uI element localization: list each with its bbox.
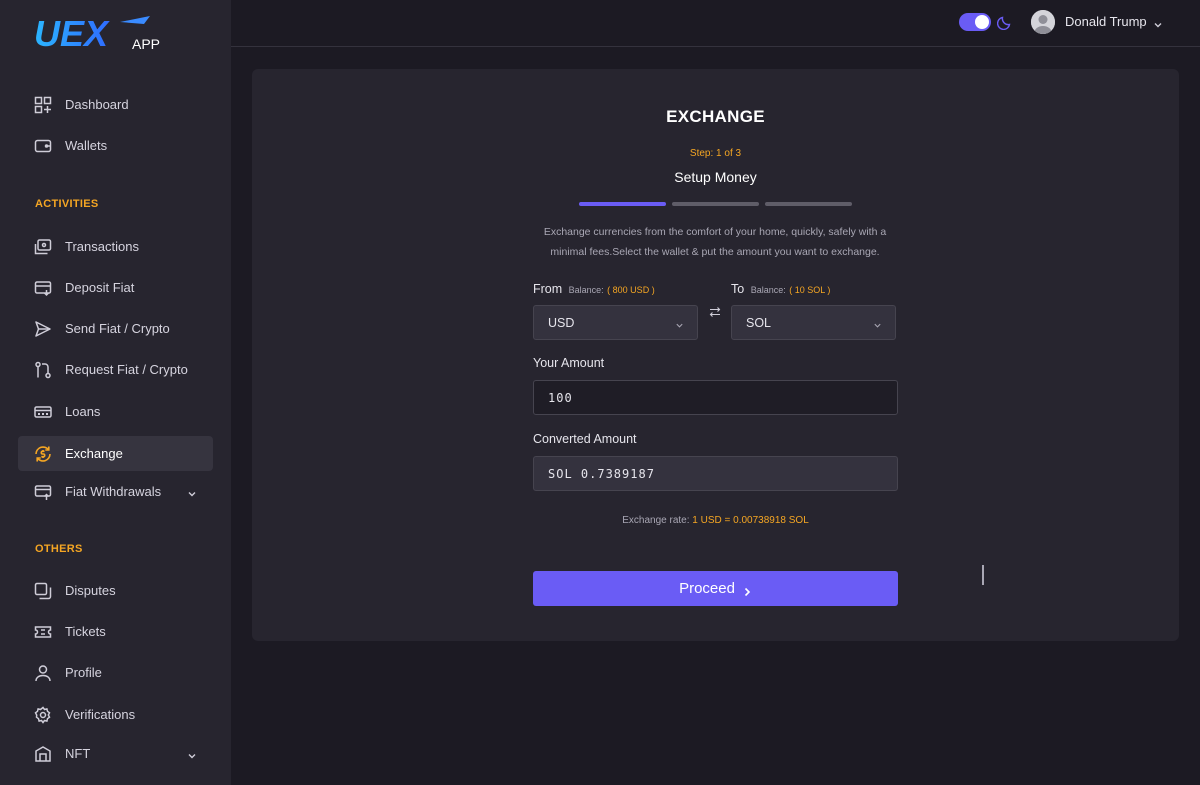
sidebar-item-nft[interactable]: NFT	[18, 736, 213, 771]
svg-text:UEX: UEX	[34, 14, 110, 54]
sidebar-item-wallets[interactable]: Wallets	[18, 128, 213, 163]
sidebar-item-label: Request Fiat / Crypto	[65, 362, 188, 377]
rate-to: 0.00738918 SOL	[733, 515, 809, 526]
to-balance-label: Balance:	[750, 285, 786, 295]
loans-icon	[34, 403, 52, 421]
sidebar-item-tickets[interactable]: Tickets	[18, 614, 213, 649]
chevron-down-icon[interactable]	[1153, 17, 1163, 28]
wallet-icon	[34, 137, 52, 155]
proceed-label: Proceed	[679, 580, 735, 597]
progress-step-2	[672, 202, 759, 206]
description: Exchange currencies from the comfort of …	[543, 226, 887, 258]
sidebar-item-label: Send Fiat / Crypto	[65, 321, 170, 336]
sidebar-item-label: Loans	[65, 404, 101, 419]
theme-toggle[interactable]	[959, 13, 991, 31]
amount-label: Your Amount	[533, 356, 605, 370]
from-label: From	[533, 282, 563, 296]
sidebar-item-label: NFT	[65, 746, 91, 761]
transactions-icon	[34, 238, 52, 256]
to-currency-select[interactable]: SOL	[731, 305, 896, 340]
sidebar-item-label: Verifications	[65, 707, 136, 722]
exchange-rate: Exchange rate: 1 USD = 0.00738918 SOL	[252, 515, 1179, 526]
sidebar-item-deposit-fiat[interactable]: Deposit Fiat	[18, 270, 213, 305]
converted-value: SOL 0.7389187	[548, 466, 655, 481]
rate-equals: =	[721, 515, 734, 526]
proceed-button[interactable]: Proceed	[533, 571, 898, 606]
moon-icon[interactable]	[996, 14, 1013, 31]
sidebar-item-label: Wallets	[65, 138, 108, 153]
uex-logo[interactable]: UEX APP	[34, 13, 174, 54]
withdraw-icon	[34, 483, 52, 501]
sidebar: UEX APP Dashboard Wallets ACTIVITIES Tra…	[0, 0, 231, 785]
section-title-others: OTHERS	[35, 543, 83, 555]
sidebar-item-disputes[interactable]: Disputes	[18, 573, 213, 608]
profile-icon	[34, 664, 52, 682]
section-title-activities: ACTIVITIES	[35, 198, 99, 210]
to-balance-value: ( 10 SOL )	[789, 285, 831, 295]
top-bar: Donald Trump	[231, 0, 1200, 47]
sidebar-item-dashboard[interactable]: Dashboard	[18, 87, 213, 122]
sidebar-item-profile[interactable]: Profile	[18, 655, 213, 690]
from-selected-value: USD	[548, 315, 575, 330]
ticket-icon	[34, 623, 52, 641]
step-indicator: Step: 1 of 3	[689, 148, 742, 159]
from-label-group: From Balance: ( 800 USD )	[533, 282, 655, 296]
sidebar-item-transactions[interactable]: Transactions	[18, 229, 213, 264]
rate-from: 1 USD	[692, 515, 722, 526]
chevron-down-icon	[187, 486, 197, 497]
sidebar-item-exchange[interactable]: Exchange	[18, 436, 213, 471]
chevron-down-icon	[675, 319, 684, 328]
sidebar-item-label: Fiat Withdrawals	[65, 484, 162, 499]
dashboard-icon	[34, 96, 52, 114]
amount-value: 100	[548, 390, 573, 405]
disputes-icon	[34, 582, 52, 600]
from-balance-label: Balance:	[568, 285, 604, 295]
avatar[interactable]	[1031, 10, 1055, 34]
step-title: Setup Money	[674, 169, 757, 185]
amount-input[interactable]: 100	[533, 380, 898, 415]
chevron-down-icon	[187, 748, 197, 759]
to-label: To	[731, 282, 745, 296]
converted-amount-field: SOL 0.7389187	[533, 456, 898, 491]
sidebar-item-label: Disputes	[65, 583, 116, 598]
progress-step-1	[579, 202, 666, 206]
send-icon	[34, 320, 52, 338]
sidebar-item-send[interactable]: Send Fiat / Crypto	[18, 311, 213, 346]
nft-icon	[34, 745, 52, 763]
chevron-right-icon	[742, 584, 752, 596]
text-cursor	[982, 565, 984, 585]
exchange-icon	[34, 445, 52, 463]
exchange-card: EXCHANGE Step: 1 of 3 Setup Money Exchan…	[252, 69, 1179, 641]
sidebar-item-label: Profile	[65, 665, 102, 680]
user-name[interactable]: Donald Trump	[1065, 14, 1147, 29]
swap-icon[interactable]	[709, 305, 721, 317]
page-title: EXCHANGE	[666, 107, 765, 126]
sidebar-item-label: Dashboard	[65, 97, 129, 112]
from-currency-select[interactable]: USD	[533, 305, 698, 340]
deposit-icon	[34, 279, 52, 297]
sidebar-item-label: Transactions	[65, 239, 139, 254]
to-label-group: To Balance: ( 10 SOL )	[731, 282, 830, 296]
sidebar-item-label: Tickets	[65, 624, 106, 639]
request-icon	[34, 361, 52, 379]
sidebar-item-label: Deposit Fiat	[65, 280, 135, 295]
svg-text:APP: APP	[132, 36, 160, 52]
toggle-knob	[975, 15, 989, 29]
progress-step-3	[765, 202, 852, 206]
sidebar-item-loans[interactable]: Loans	[18, 394, 213, 429]
converted-label: Converted Amount	[533, 432, 637, 446]
sidebar-item-label: Exchange	[65, 446, 123, 461]
chevron-down-icon	[873, 319, 882, 328]
sidebar-item-verifications[interactable]: Verifications	[18, 697, 213, 732]
rate-prefix: Exchange rate:	[622, 515, 693, 526]
gear-icon	[34, 705, 52, 724]
sidebar-item-fiat-withdrawals[interactable]: Fiat Withdrawals	[18, 474, 213, 509]
from-balance-value: ( 800 USD )	[607, 285, 655, 295]
sidebar-item-request[interactable]: Request Fiat / Crypto	[18, 352, 213, 387]
to-selected-value: SOL	[746, 315, 772, 330]
